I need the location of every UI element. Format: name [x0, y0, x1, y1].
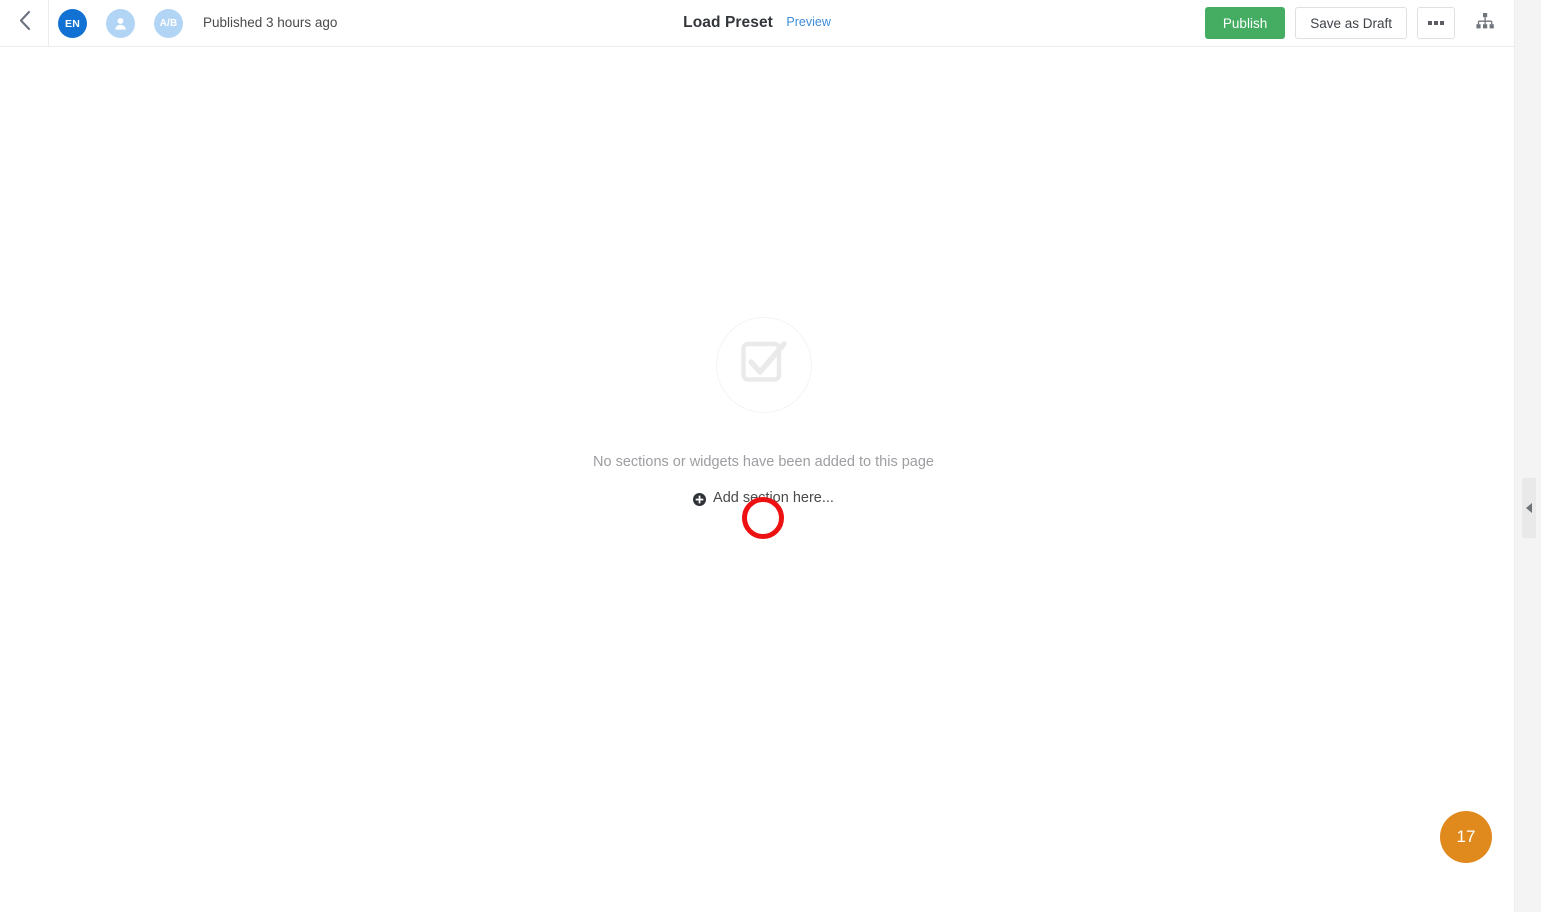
sitemap-button[interactable]	[1469, 7, 1501, 39]
publish-button[interactable]: Publish	[1204, 7, 1286, 39]
language-avatar-label: EN	[65, 17, 80, 30]
page-title: Load Preset	[683, 14, 773, 31]
visitor-avatar[interactable]	[106, 9, 135, 38]
avatar-group: EN A/B	[58, 9, 183, 38]
plus-circle-icon	[693, 492, 707, 506]
right-panel-expand-handle[interactable]	[1522, 478, 1536, 538]
publish-status-text: Published 3 hours ago	[203, 15, 338, 30]
preview-link[interactable]: Preview	[786, 15, 830, 29]
more-options-button[interactable]	[1417, 7, 1455, 39]
empty-state-icon-circle	[715, 317, 812, 413]
checked-checkbox-icon	[738, 338, 790, 393]
step-number-badge: 17	[1440, 811, 1492, 863]
right-gutter	[1514, 0, 1541, 912]
ellipsis-icon	[1428, 21, 1444, 25]
triangle-left-icon	[1526, 503, 1532, 513]
language-avatar[interactable]: EN	[58, 9, 87, 38]
page-canvas[interactable]: No sections or widgets have been added t…	[0, 47, 1514, 912]
toolbar-divider	[48, 0, 49, 47]
red-highlight-ring	[742, 497, 784, 539]
back-button[interactable]	[8, 7, 40, 39]
empty-state-message: No sections or widgets have been added t…	[593, 454, 934, 470]
sitemap-icon	[1475, 12, 1495, 35]
page-editor-window: EN A/B Published 3 hours ago Load Preset…	[0, 0, 1541, 912]
empty-state: No sections or widgets have been added t…	[0, 317, 1514, 510]
toolbar-actions: Publish Save as Draft	[1204, 7, 1501, 39]
person-icon	[113, 16, 128, 31]
save-as-draft-button[interactable]: Save as Draft	[1295, 7, 1407, 39]
gutter-divider	[1514, 0, 1515, 912]
ab-test-avatar[interactable]: A/B	[154, 9, 183, 38]
chevron-left-icon	[18, 10, 31, 36]
editor-toolbar: EN A/B Published 3 hours ago Load Preset…	[0, 0, 1514, 47]
ab-test-avatar-label: A/B	[159, 18, 178, 29]
